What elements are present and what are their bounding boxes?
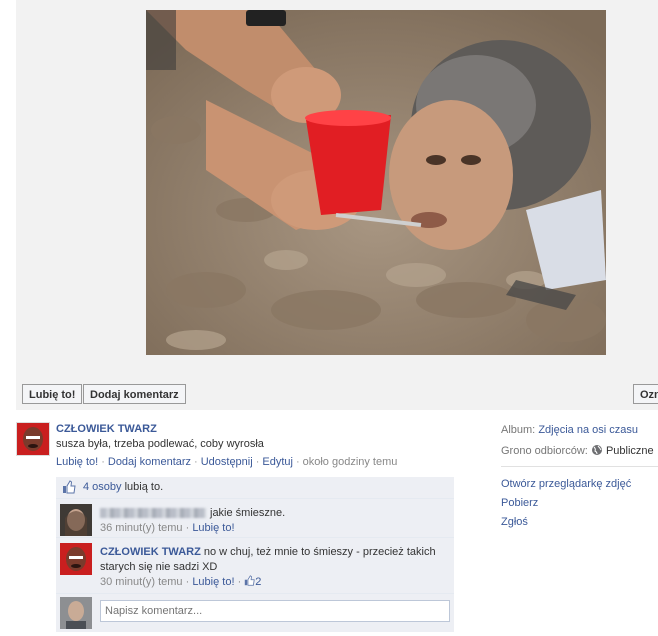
photo[interactable] [146, 10, 606, 355]
likes-summary: 4 osoby lubią to. [56, 477, 454, 499]
photo-image [146, 10, 606, 355]
download-link[interactable]: Pobierz [501, 497, 538, 509]
tag-photo-button[interactable]: Ozn [633, 384, 658, 404]
album-label: Album: [501, 424, 536, 436]
album-info: Album: Zdjęcia na osi czasu [501, 424, 638, 436]
commenter-avatar[interactable] [60, 543, 92, 575]
post-comment-link[interactable]: Dodaj komentarz [108, 456, 191, 468]
commenter-avatar[interactable] [60, 504, 92, 536]
post-timestamp: około godziny temu [302, 456, 398, 468]
thumbs-up-icon [62, 480, 76, 497]
post-author-name[interactable]: CZŁOWIEK TWARZ [56, 423, 157, 435]
like-button[interactable]: Lubię to! [22, 384, 83, 404]
commenter-avatar-icon [60, 504, 92, 536]
add-comment-button[interactable]: Dodaj komentarz [83, 384, 186, 404]
comment-timestamp: 36 minut(y) temu [100, 522, 183, 534]
comment-like-count[interactable]: 2 [244, 575, 261, 588]
comment-item: CZŁOWIEK TWARZ no w chuj, też mnie to śm… [56, 538, 454, 594]
comment-item: jakie śmieszne. 36 minut(y) temu · Lubię… [56, 499, 454, 538]
feedback-box: 4 osoby lubią to. jakie śmieszne. 36 min… [56, 477, 454, 632]
likes-count-link[interactable]: 4 osoby [83, 481, 122, 493]
post-edit-link[interactable]: Edytuj [262, 456, 293, 468]
commenter-name-redacted[interactable] [100, 508, 206, 519]
likes-suffix: lubią to. [124, 481, 164, 493]
comment-input[interactable] [100, 600, 450, 622]
photo-stage [16, 0, 658, 410]
thumbs-up-icon [245, 575, 255, 586]
album-link[interactable]: Zdjęcia na osi czasu [538, 424, 638, 436]
comment-like-link[interactable]: Lubię to! [192, 522, 234, 534]
comment-text: jakie śmieszne. [210, 507, 286, 519]
audience-label: Grono odbiorców: [501, 445, 588, 457]
comment-timestamp: 30 minut(y) temu [100, 576, 183, 588]
open-photo-viewer-link[interactable]: Otwórz przeglądarkę zdjęć [501, 478, 631, 490]
commenter-avatar-icon [60, 543, 92, 575]
commenter-name[interactable]: CZŁOWIEK TWARZ [100, 546, 201, 558]
audience-info: Grono odbiorców: Publiczne [501, 444, 654, 457]
comment-like-link[interactable]: Lubię to! [192, 576, 234, 588]
viewer-avatar-icon [60, 597, 92, 629]
author-avatar-icon [17, 423, 49, 455]
audience-selector[interactable]: Publiczne [606, 445, 654, 457]
comment-composer [56, 594, 454, 632]
viewer-avatar [60, 597, 92, 629]
author-avatar[interactable] [16, 422, 50, 456]
sidebar-divider [501, 466, 658, 467]
post-text: susza była, trzeba podlewać, coby wyrosł… [56, 438, 264, 450]
post-actions: Lubię to! · Dodaj komentarz · Udostępnij · Edy… [56, 456, 398, 468]
post-share-link[interactable]: Udostępnij [201, 456, 253, 468]
report-link[interactable]: Zgłoś [501, 516, 528, 528]
globe-icon [591, 445, 606, 457]
post-like-link[interactable]: Lubię to! [56, 456, 98, 468]
